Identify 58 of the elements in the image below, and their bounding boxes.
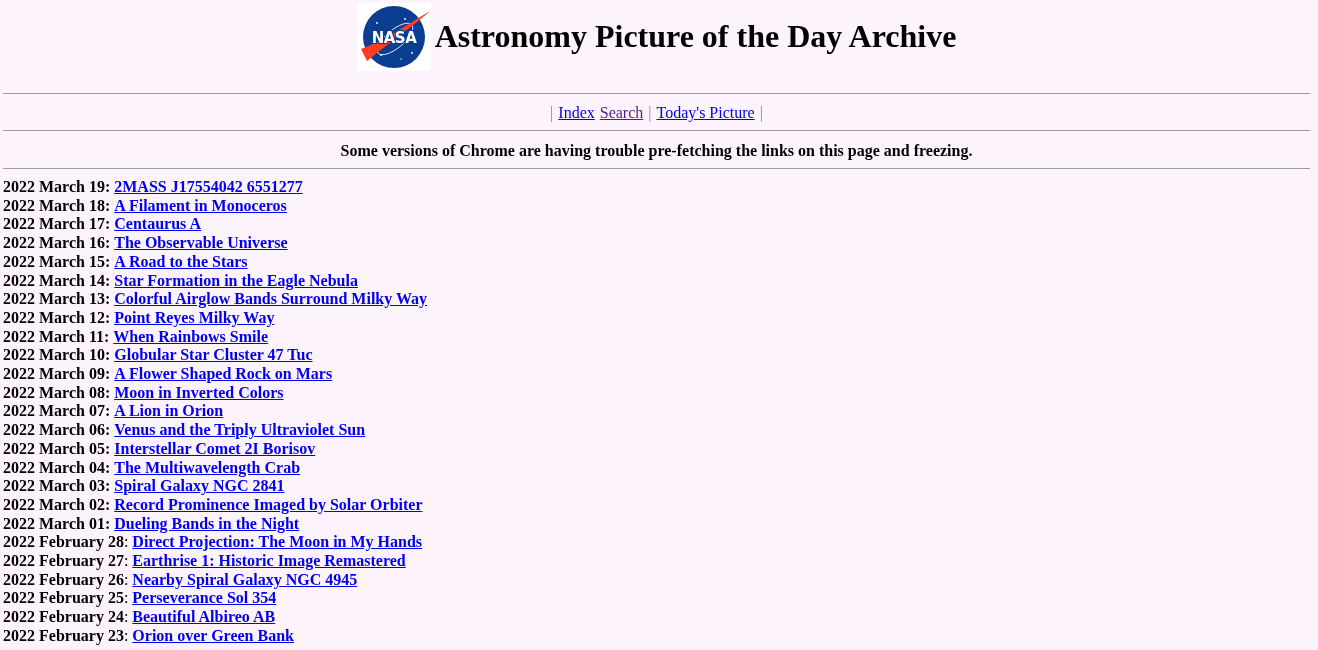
entry-date: 2022 March 13: xyxy=(3,290,111,309)
entry-link[interactable]: A Filament in Monoceros xyxy=(114,196,287,216)
entry-date: 2022 March 18: xyxy=(3,196,111,216)
entry-date: 2022 March 09: xyxy=(3,365,111,384)
entry-link[interactable]: A Flower Shaped Rock on Mars xyxy=(114,365,333,384)
entry-link[interactable]: Dueling Bands in the Night xyxy=(114,514,300,534)
entry-link[interactable]: Colorful Airglow Bands Surround Milky Way xyxy=(114,290,428,309)
entry-date: 2022 March 10: xyxy=(3,346,111,366)
notice-text: Some versions of Chrome are having trouble pre-fetching the links on this page and freezing. xyxy=(339,141,974,162)
entry-link[interactable]: Globular Star Cluster 47 Tuc xyxy=(114,346,313,366)
entry-link[interactable]: The Observable Universe xyxy=(114,234,288,253)
entry-date: 2022 March 14: xyxy=(3,271,111,291)
entry-link[interactable]: Earthrise 1: Historic Image Remastered xyxy=(132,552,406,571)
entry-date: 2022 March 03: xyxy=(3,477,111,496)
entry-link[interactable]: The Multiwavelength Crab xyxy=(114,458,301,478)
nav-link[interactable]: Index xyxy=(558,103,595,122)
entry-link[interactable]: Nearby Spiral Galaxy NGC 4945 xyxy=(132,570,358,590)
entry-link[interactable]: Record Prominence Imaged by Solar Orbiter xyxy=(114,495,423,515)
entry-date: 2022 March 02: xyxy=(3,495,111,515)
entry-date: 2022 February 28: xyxy=(3,533,129,553)
nav-link[interactable]: Search xyxy=(599,103,644,122)
entry-date: 2022 March 16: xyxy=(3,234,111,253)
entry-link[interactable]: Star Formation in the Eagle Nebula xyxy=(114,271,358,291)
entry-date: 2022 March 07: xyxy=(3,402,111,422)
entry-link[interactable]: Point Reyes Milky Way xyxy=(114,308,275,328)
entry-date: 2022 March 19: xyxy=(3,178,111,197)
page-title: Astronomy Picture of the Day Archive xyxy=(434,19,957,55)
nav-link[interactable]: Today's Picture xyxy=(656,103,755,122)
entry-date: 2022 March 04: xyxy=(3,458,111,478)
entry-date: 2022 March 08: xyxy=(3,383,111,403)
nav-separator: | xyxy=(759,103,763,122)
entry-link[interactable]: A Lion in Orion xyxy=(114,402,224,422)
entry-date: 2022 March 15: xyxy=(3,252,111,272)
entry-date: 2022 February 24: xyxy=(3,608,129,627)
entry-date: 2022 February 26: xyxy=(3,570,129,590)
entry-link[interactable]: Direct Projection: The Moon in My Hands xyxy=(132,533,423,553)
entry-link[interactable]: Venus and the Triply Ultraviolet Sun xyxy=(114,421,366,440)
entry-link[interactable]: 2MASS J17554042 6551277 xyxy=(114,178,303,197)
entry-date: 2022 March 17: xyxy=(3,215,111,235)
entry-date: 2022 February 23: xyxy=(3,626,129,646)
entry-date: 2022 February 25: xyxy=(3,589,129,609)
entry-date: 2022 March 12: xyxy=(3,308,111,328)
entry-date: 2022 March 05: xyxy=(3,439,111,459)
entry-link[interactable]: Perseverance Sol 354 xyxy=(132,589,277,609)
entry-link[interactable]: Interstellar Comet 2I Borisov xyxy=(114,439,316,459)
entry-link[interactable]: Moon in Inverted Colors xyxy=(114,383,284,403)
entry-link[interactable]: Centaurus A xyxy=(114,215,201,235)
entry-date: 2022 March 06: xyxy=(3,421,111,440)
entry-link[interactable]: Beautiful Albireo AB xyxy=(132,608,276,627)
entry-link[interactable]: Orion over Green Bank xyxy=(132,626,294,646)
entry-date: 2022 March 01: xyxy=(3,514,111,534)
entry-link[interactable]: Spiral Galaxy NGC 2841 xyxy=(114,477,285,496)
entry-link[interactable]: When Rainbows Smile xyxy=(113,327,269,347)
entry-link[interactable]: A Road to the Stars xyxy=(114,252,248,272)
entry-date: 2022 February 27: xyxy=(3,552,129,571)
entry-date: 2022 March 11: xyxy=(3,327,110,347)
nav-separator: | xyxy=(550,103,554,122)
nav-separator: | xyxy=(648,103,652,122)
